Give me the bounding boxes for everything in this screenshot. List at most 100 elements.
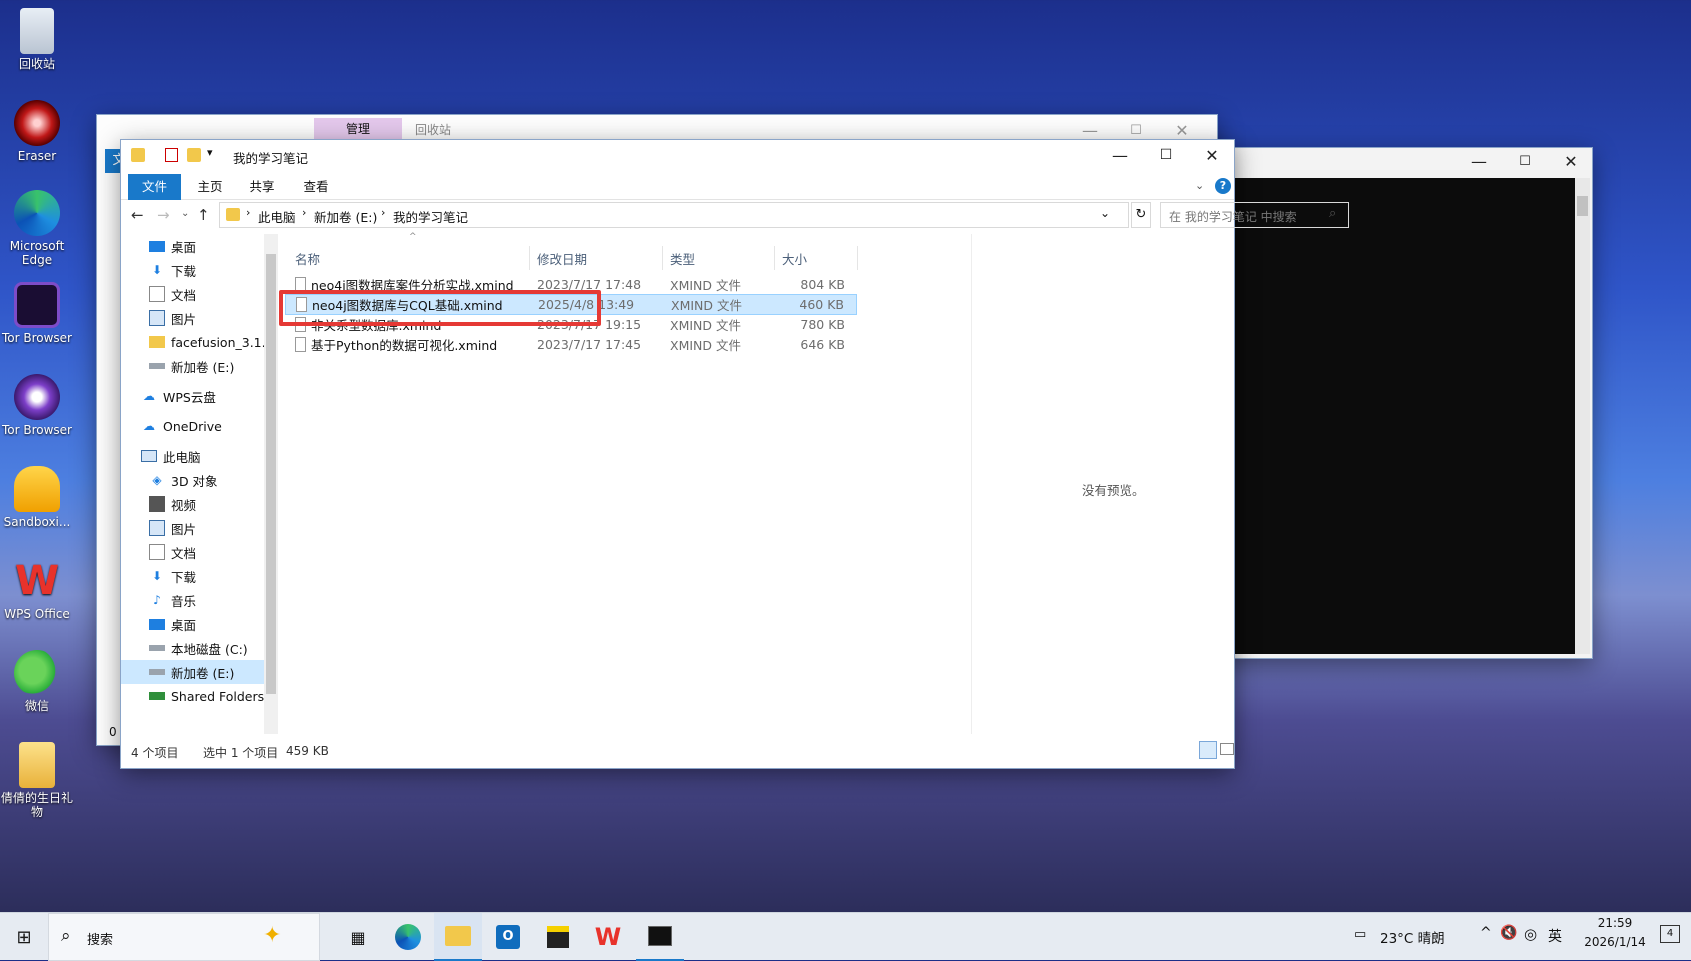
column-name[interactable]: 名称 bbox=[295, 249, 320, 268]
chevron-right-icon[interactable]: › bbox=[302, 206, 306, 219]
help-button[interactable]: ? bbox=[1215, 178, 1231, 194]
clock-time[interactable]: 21:59 bbox=[1584, 916, 1646, 930]
back-button[interactable]: ← bbox=[131, 206, 144, 224]
column-divider[interactable] bbox=[529, 246, 530, 270]
desktop-icon-label: Tor Browser bbox=[1, 331, 72, 345]
desktop-icon-label: 倩倩的生日礼物 bbox=[0, 791, 73, 819]
details-view-button[interactable] bbox=[1199, 741, 1217, 759]
chevron-down-icon[interactable]: ▾ bbox=[207, 146, 213, 159]
refresh-button[interactable]: ↻ bbox=[1131, 202, 1151, 228]
maximize-button[interactable]: ☐ bbox=[1502, 148, 1548, 174]
breadcrumb-this-pc[interactable]: 此电脑 bbox=[258, 207, 296, 226]
new-folder-icon[interactable] bbox=[187, 148, 201, 162]
nav-this-pc[interactable]: 此电脑 bbox=[141, 444, 264, 468]
folder-icon bbox=[226, 208, 240, 221]
wps-office-icon[interactable]: W WPS Office bbox=[0, 558, 74, 621]
desktop-icon-label: Sandboxi... bbox=[3, 515, 71, 529]
nav-drive-e[interactable]: 新加卷 (E:) bbox=[149, 354, 264, 378]
forward-button[interactable]: → bbox=[157, 206, 170, 224]
wps-taskbar-icon[interactable]: W bbox=[584, 913, 632, 961]
sandboxie-icon[interactable]: Sandboxi... bbox=[0, 466, 74, 529]
eraser-icon[interactable]: Eraser bbox=[0, 100, 74, 163]
notification-center-button[interactable]: 4 bbox=[1660, 925, 1680, 943]
file-type: XMIND 文件 bbox=[670, 318, 741, 333]
nav-downloads[interactable]: ⬇ 下载 bbox=[149, 258, 264, 282]
nav-videos[interactable]: 视频 bbox=[149, 492, 264, 516]
nav-desktop[interactable]: 桌面 bbox=[149, 234, 264, 258]
column-date[interactable]: 修改日期 bbox=[537, 249, 587, 268]
scrollbar[interactable] bbox=[1575, 178, 1590, 654]
nav-music[interactable]: ♪ 音乐 bbox=[149, 588, 264, 612]
column-divider[interactable] bbox=[857, 246, 858, 270]
edge-taskbar-icon[interactable] bbox=[384, 913, 432, 961]
chevron-up-icon[interactable]: ^ bbox=[1480, 925, 1492, 941]
nav-onedrive[interactable]: ☁ OneDrive bbox=[141, 414, 264, 438]
volume-muted-icon[interactable]: 🔇 bbox=[1500, 925, 1517, 941]
outlook-taskbar-icon[interactable]: O bbox=[484, 913, 532, 961]
network-drive-icon bbox=[149, 692, 165, 700]
weather-icon[interactable]: ▭ bbox=[1354, 927, 1366, 942]
tab-share[interactable]: 共享 bbox=[237, 174, 287, 200]
maximize-button[interactable]: ☐ bbox=[1143, 140, 1189, 170]
chevron-right-icon[interactable]: › bbox=[381, 206, 385, 219]
tab-file[interactable]: 文件 bbox=[128, 174, 181, 200]
tor-browser-icon[interactable]: Tor Browser bbox=[0, 374, 74, 437]
nav-shared-folders[interactable]: Shared Folders bbox=[149, 684, 264, 708]
start-icon[interactable]: ⊞ bbox=[0, 913, 48, 961]
nav-drive-e[interactable]: 新加卷 (E:) bbox=[121, 660, 264, 684]
nav-desktop[interactable]: 桌面 bbox=[149, 612, 264, 636]
search-box[interactable]: ⌕ 搜索 ✦ bbox=[48, 913, 320, 961]
column-divider[interactable] bbox=[662, 246, 663, 270]
recycle-bin-icon[interactable]: 回收站 bbox=[0, 8, 74, 71]
ribbon-expand-icon[interactable]: ⌄ bbox=[1195, 179, 1204, 192]
search-input[interactable]: 在 我的学习笔记 中搜索 ⌕ bbox=[1160, 202, 1349, 228]
nav-3d-objects[interactable]: ◈ 3D 对象 bbox=[149, 468, 264, 492]
breadcrumb-drive[interactable]: 新加卷 (E:) bbox=[314, 207, 377, 226]
weather-text[interactable]: 23°C 晴朗 bbox=[1380, 927, 1445, 947]
clock-date[interactable]: 2026/1/14 bbox=[1582, 935, 1648, 949]
nav-downloads[interactable]: ⬇ 下载 bbox=[149, 564, 264, 588]
file-row[interactable]: 基于Python的数据可视化.xmind 2023/7/17 17:45 XMI… bbox=[285, 334, 857, 355]
folder-icon[interactable]: 倩倩的生日礼物 bbox=[0, 742, 74, 819]
nav-pictures[interactable]: 图片 bbox=[149, 306, 264, 330]
breadcrumb-folder[interactable]: 我的学习笔记 bbox=[393, 207, 468, 226]
tor-browser-icon[interactable]: Tor Browser bbox=[0, 282, 74, 345]
nav-documents[interactable]: 文档 bbox=[149, 282, 264, 306]
column-size[interactable]: 大小 bbox=[782, 249, 807, 268]
tab-home[interactable]: 主页 bbox=[185, 174, 235, 200]
nav-facefusion[interactable]: facefusion_3.1.1 bbox=[149, 330, 264, 354]
chevron-down-icon[interactable]: ⌄ bbox=[1100, 206, 1110, 220]
terminal-taskbar-icon[interactable] bbox=[636, 913, 684, 961]
column-divider[interactable] bbox=[774, 246, 775, 270]
file-explorer-taskbar-icon[interactable] bbox=[434, 913, 482, 961]
wechat-icon[interactable]: 微信 bbox=[0, 650, 74, 713]
large-icons-view-button[interactable] bbox=[1220, 743, 1234, 755]
column-type[interactable]: 类型 bbox=[670, 249, 695, 268]
explorer-window[interactable]: ▾ 我的学习笔记 — ☐ ✕ 文件 主页 共享 查看 ⌄ ? ← → ⌄ ↑ ›… bbox=[121, 140, 1349, 768]
nav-scrollbar[interactable] bbox=[264, 234, 278, 734]
close-button[interactable]: ✕ bbox=[1548, 148, 1594, 174]
minimize-button[interactable]: — bbox=[1097, 140, 1143, 170]
address-bar[interactable]: › 此电脑 › 新加卷 (E:) › 我的学习笔记 ⌄ bbox=[219, 202, 1129, 228]
nav-drive-c[interactable]: 本地磁盘 (C:) bbox=[149, 636, 264, 660]
file-icon bbox=[295, 337, 306, 352]
network-icon[interactable]: ◎ bbox=[1524, 925, 1537, 943]
nav-documents[interactable]: 文档 bbox=[149, 540, 264, 564]
status-fragment: 0 bbox=[109, 725, 117, 739]
up-button[interactable]: ↑ bbox=[197, 206, 210, 224]
manage-tab[interactable]: 管理 bbox=[314, 118, 402, 140]
ime-indicator[interactable]: 英 bbox=[1548, 926, 1562, 946]
edge-icon[interactable]: Microsoft Edge bbox=[0, 190, 74, 267]
close-button[interactable]: ✕ bbox=[1189, 140, 1235, 170]
nav-pictures[interactable]: 图片 bbox=[149, 516, 264, 540]
sticky-notes-taskbar-icon[interactable] bbox=[534, 913, 582, 961]
column-header-row: 名称 修改日期 类型 大小 bbox=[285, 246, 935, 270]
chevron-right-icon[interactable]: › bbox=[246, 206, 250, 219]
minimize-button[interactable]: — bbox=[1456, 148, 1502, 174]
sparkle-icon: ✦ bbox=[263, 923, 282, 948]
tab-view[interactable]: 查看 bbox=[291, 174, 341, 200]
recent-locations-icon[interactable]: ⌄ bbox=[181, 208, 189, 219]
properties-icon[interactable] bbox=[165, 148, 178, 162]
nav-wps-cloud[interactable]: ☁ WPS云盘 bbox=[141, 384, 264, 408]
task-view-icon[interactable]: ▦ bbox=[334, 913, 382, 961]
